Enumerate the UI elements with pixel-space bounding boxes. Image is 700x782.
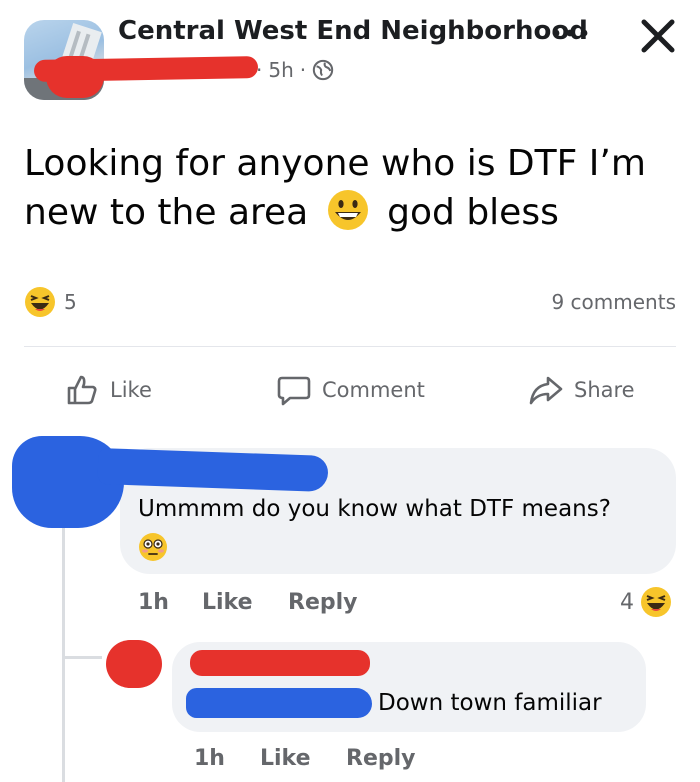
reply-text: Down town familiar [378,690,602,716]
globe-icon [312,59,334,81]
reply-name-redaction [190,650,370,676]
comment-icon [277,376,311,406]
more-icon[interactable] [548,20,592,46]
comment-time: 1h [138,590,169,615]
poster-avatar-redaction [46,56,104,98]
reply-time: 1h [194,746,225,771]
comment-button[interactable]: Comment [276,366,425,414]
post-time[interactable]: 5h [268,58,293,82]
reply-like-button[interactable]: Like [260,746,311,771]
reply-avatar-redaction [106,640,162,688]
thread-line-vertical [62,520,65,782]
comment-text: Ummmm do you know what DTF means? [138,496,611,522]
post-actions: Like Comment Share [0,366,700,414]
post-reactions[interactable]: 5 [24,286,77,318]
comment-label: Comment [322,378,425,402]
share-icon [529,376,563,405]
comments-count[interactable]: 9 comments [551,290,676,314]
share-button[interactable]: Share [528,366,635,414]
reply-reply-button[interactable]: Reply [346,746,416,771]
post-text: Looking for anyone who is DTF I’m new to… [24,140,684,237]
laughing-emoji [641,587,671,617]
like-icon [67,375,97,405]
post-reaction-count: 5 [64,290,77,314]
reply-text-redaction [186,688,372,718]
laughing-emoji [25,287,55,317]
thread-line-branch [62,656,102,659]
comment-reactions[interactable]: 4 [620,586,672,618]
like-label: Like [110,378,152,402]
divider [24,346,676,347]
post-meta: · 5h · [256,58,334,82]
meta-separator: · [256,58,263,82]
comment-reaction-count: 4 [620,589,634,615]
post-text-end: god bless [387,192,559,233]
meta-separator: · [299,58,307,82]
flushed-emoji [139,533,167,561]
group-name[interactable]: Central West End Neighborhood [118,16,588,46]
grinning-emoji [327,190,368,230]
comment-like-button[interactable]: Like [202,590,253,615]
comment-reply-button[interactable]: Reply [288,590,358,615]
share-label: Share [574,378,635,402]
like-button[interactable]: Like [64,366,152,414]
close-icon[interactable] [636,14,680,58]
